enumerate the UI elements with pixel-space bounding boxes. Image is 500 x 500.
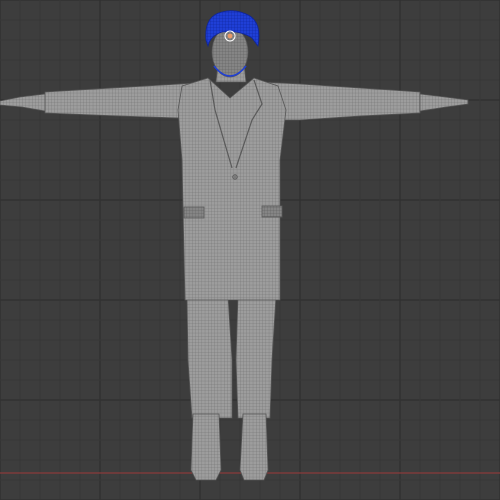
coat-pocket-left <box>183 206 205 219</box>
long-coat[interactable] <box>177 77 287 301</box>
left-boot[interactable] <box>190 413 222 481</box>
character-mesh[interactable] <box>0 10 469 481</box>
left-trouser-leg[interactable] <box>186 295 233 419</box>
3d-viewport[interactable] <box>0 0 500 500</box>
viewport-canvas[interactable] <box>0 0 500 500</box>
left-hand[interactable] <box>0 93 46 112</box>
coat-button <box>232 174 238 180</box>
right-trouser-leg[interactable] <box>235 295 277 419</box>
right-hand[interactable] <box>419 93 469 112</box>
coat-pocket-right <box>261 205 283 218</box>
right-boot[interactable] <box>239 413 269 481</box>
